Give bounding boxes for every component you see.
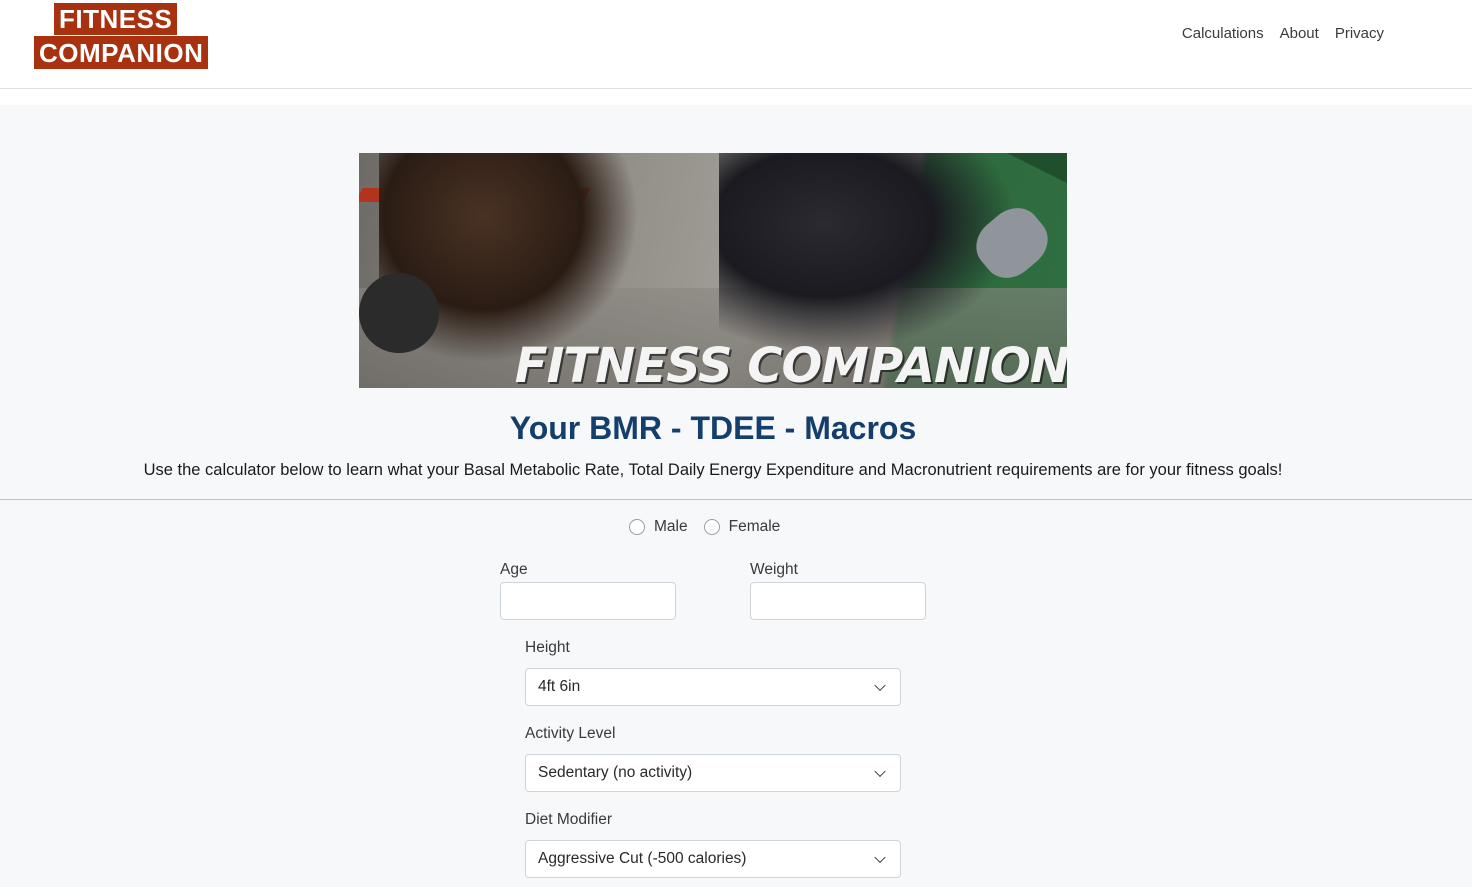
height-select[interactable]: 4ft 6in: [525, 668, 901, 706]
nav-link-privacy[interactable]: Privacy: [1327, 24, 1392, 44]
activity-level-select[interactable]: Sedentary (no activity): [525, 754, 901, 792]
chevron-down-icon: [874, 679, 886, 692]
nav-link-about[interactable]: About: [1272, 24, 1327, 44]
banner-athlete-2: [719, 153, 1019, 353]
diet-modifier-select-value: Aggressive Cut (-500 calories): [538, 850, 747, 867]
height-select-value: 4ft 6in: [538, 678, 581, 695]
weight-input[interactable]: [750, 582, 926, 620]
gender-option-male[interactable]: Male: [629, 518, 688, 536]
section-divider: [0, 499, 1472, 500]
navbar: FITNESS COMPANION Calculations About Pri…: [0, 0, 1472, 89]
hero-banner-image: FITNESS COMPANION: [359, 153, 1067, 388]
gender-option-female[interactable]: Female: [703, 518, 781, 536]
brand-logo[interactable]: FITNESS COMPANION: [34, 3, 209, 69]
page-title: Your BMR - TDEE - Macros: [509, 410, 917, 446]
age-input[interactable]: [500, 582, 676, 620]
navbar-spacer: [0, 89, 1472, 105]
nav-links: Calculations About Privacy: [1174, 24, 1392, 44]
diet-modifier-select[interactable]: Aggressive Cut (-500 calories): [525, 840, 901, 878]
brand-logo-line1: FITNESS: [54, 3, 178, 35]
activity-level-select-value: Sedentary (no activity): [538, 764, 693, 781]
banner-text: FITNESS COMPANION: [514, 338, 1067, 388]
page-subtitle: Use the calculator below to learn what y…: [143, 461, 1283, 479]
gender-radio-group: Male Female: [629, 518, 796, 536]
diet-modifier-label: Diet Modifier: [525, 811, 612, 828]
height-label: Height: [525, 639, 570, 656]
chevron-down-icon: [874, 765, 886, 778]
nav-link-calculations[interactable]: Calculations: [1174, 24, 1272, 44]
weight-label: Weight: [750, 561, 798, 578]
banner-medicine-ball: [359, 273, 439, 353]
chevron-down-icon: [874, 851, 886, 864]
age-label: Age: [500, 561, 528, 578]
gender-female-label: Female: [728, 518, 781, 535]
brand-logo-line2: COMPANION: [34, 36, 209, 69]
gender-male-label: Male: [654, 518, 688, 535]
radio-female[interactable]: [703, 519, 720, 535]
activity-level-label: Activity Level: [525, 725, 616, 742]
radio-male[interactable]: [629, 519, 645, 535]
